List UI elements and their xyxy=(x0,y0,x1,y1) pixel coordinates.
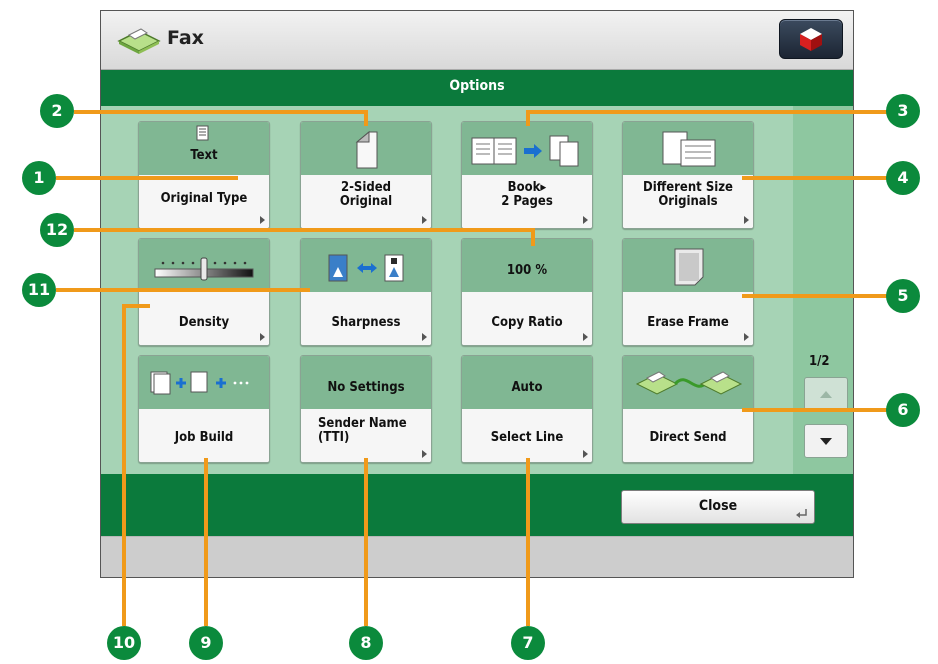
different-size-originals-button[interactable]: Different Size Originals xyxy=(622,121,754,229)
sender-name-value: No Settings xyxy=(327,380,405,395)
density-label: Density xyxy=(178,315,230,330)
book-to-pages-icon xyxy=(471,135,579,167)
erase-frame-label: Erase Frame xyxy=(647,315,729,330)
callout-11: 11 xyxy=(22,273,56,307)
callout-2: 2 xyxy=(40,94,74,128)
sender-name-button[interactable]: No Settings Sender Name (TTI) xyxy=(300,355,432,463)
erase-frame-icon xyxy=(674,248,704,286)
callout-12: 12 xyxy=(40,213,74,247)
two-sided-original-label: 2-Sided Original xyxy=(339,180,393,209)
sharpness-label: Sharpness xyxy=(331,315,401,330)
job-build-label: Job Build xyxy=(174,430,234,445)
callout-7: 7 xyxy=(511,626,545,660)
two-sided-original-button[interactable]: 2-Sided Original xyxy=(300,121,432,229)
job-build-button[interactable]: Job Build xyxy=(138,355,270,463)
fax-screen: Fax Options Text Original Type 2-Sided O… xyxy=(100,10,854,578)
text-document-icon xyxy=(196,125,209,141)
original-type-button[interactable]: Text Original Type xyxy=(138,121,270,229)
mixed-size-pages-icon xyxy=(662,131,716,167)
down-arrow-icon xyxy=(820,438,832,445)
close-button[interactable]: Close xyxy=(621,490,815,524)
options-title: Options xyxy=(449,78,505,94)
enter-return-icon xyxy=(796,509,807,518)
submenu-arrow-icon xyxy=(422,450,427,458)
scroll-down-button[interactable] xyxy=(804,424,848,458)
callout-8: 8 xyxy=(349,626,383,660)
fax-machine-icon xyxy=(117,28,161,54)
select-line-button[interactable]: Auto Select Line xyxy=(461,355,593,463)
erase-frame-button[interactable]: Erase Frame xyxy=(622,238,754,346)
sender-name-label: Sender Name (TTI) xyxy=(318,416,407,445)
status-bar xyxy=(101,536,853,577)
options-header: Options xyxy=(101,70,853,106)
different-size-originals-label: Different Size Originals xyxy=(643,180,733,209)
density-slider-icon xyxy=(154,257,254,281)
callout-3: 3 xyxy=(886,94,920,128)
pager-pane xyxy=(793,106,853,474)
callout-1: 1 xyxy=(22,161,56,195)
density-button[interactable]: Density xyxy=(138,238,270,346)
copy-ratio-button[interactable]: 100 % Copy Ratio xyxy=(461,238,593,346)
callout-9: 9 xyxy=(189,626,223,660)
select-line-label: Select Line xyxy=(490,430,564,445)
screen-title: Fax xyxy=(167,27,204,49)
sharpness-button[interactable]: Sharpness xyxy=(300,238,432,346)
page-indicator: 1/2 xyxy=(809,354,830,369)
submenu-arrow-icon xyxy=(744,333,749,341)
scroll-up-button[interactable] xyxy=(804,377,848,411)
original-type-value: Text xyxy=(190,148,218,163)
submenu-arrow-icon xyxy=(422,333,427,341)
copy-ratio-label: Copy Ratio xyxy=(491,315,563,330)
direct-send-icon xyxy=(635,371,743,395)
callout-4: 4 xyxy=(886,161,920,195)
close-label: Close xyxy=(698,498,738,514)
submenu-arrow-icon xyxy=(260,333,265,341)
book-2-pages-label: Book▸ 2 Pages xyxy=(501,180,553,209)
book-2-pages-button[interactable]: Book▸ 2 Pages xyxy=(461,121,593,229)
callout-10: 10 xyxy=(107,626,141,660)
title-bar: Fax xyxy=(101,11,853,70)
callout-5: 5 xyxy=(886,279,920,313)
submenu-arrow-icon xyxy=(583,333,588,341)
select-line-value: Auto xyxy=(511,380,543,395)
direct-send-button[interactable]: Direct Send xyxy=(622,355,754,463)
submenu-arrow-icon xyxy=(583,450,588,458)
direct-send-label: Direct Send xyxy=(649,430,727,445)
submenu-arrow-icon xyxy=(583,216,588,224)
submenu-arrow-icon xyxy=(422,216,427,224)
callout-6: 6 xyxy=(886,393,920,427)
home-button[interactable] xyxy=(779,19,843,59)
sharpness-icon xyxy=(328,254,404,282)
cube-icon xyxy=(800,28,822,51)
original-type-label: Original Type xyxy=(160,191,248,206)
two-sided-page-icon xyxy=(355,130,378,169)
job-build-icon xyxy=(150,371,249,395)
up-arrow-icon xyxy=(820,391,832,398)
submenu-arrow-icon xyxy=(260,216,265,224)
copy-ratio-value: 100 % xyxy=(506,263,548,278)
submenu-arrow-icon xyxy=(744,216,749,224)
